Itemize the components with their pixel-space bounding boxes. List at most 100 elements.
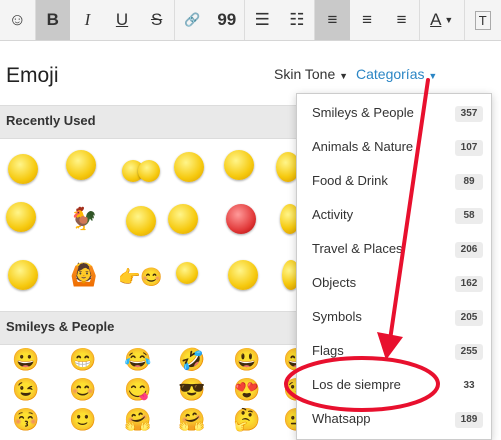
align-left-button[interactable]: ≡ — [315, 0, 350, 40]
editor-toolbar: ☺ B I U S 🔗 99 ☰ ☷ ≡ ≡ ≡ A ▼ T — [0, 0, 501, 41]
strikethrough-button[interactable]: S — [139, 0, 174, 40]
categories-dropdown[interactable]: Categorías ▼ — [356, 66, 437, 82]
count-badge: 255 — [455, 344, 483, 360]
section-recently-used: Recently Used — [0, 105, 301, 139]
sunglasses-emoji[interactable]: 😎 — [178, 379, 205, 401]
caret-down-icon: ▼ — [428, 71, 438, 81]
surprised-emoji[interactable] — [174, 152, 204, 182]
thumbs-down-emoji[interactable] — [168, 204, 198, 234]
count-badge: 107 — [455, 140, 483, 156]
menu-item-label: Flags — [312, 343, 344, 358]
text-color-button[interactable]: A ▼ — [420, 0, 464, 40]
recent-emoji-grid: 🐓 🙆 👉😊 — [0, 140, 301, 310]
yum-emoji[interactable]: 😋 — [124, 379, 151, 401]
numbered-list-icon: ☷ — [289, 10, 305, 29]
grin-emoji[interactable] — [228, 260, 258, 290]
section-title: Recently Used — [6, 113, 96, 128]
bold-icon: B — [46, 10, 59, 29]
italic-icon: I — [84, 10, 91, 29]
beaming-emoji[interactable]: 😁 — [69, 349, 96, 371]
hug-emoji[interactable]: 🤗 — [178, 409, 205, 431]
emoji-button[interactable]: ☺ — [0, 0, 35, 40]
blush-emoji[interactable]: 😊 — [69, 379, 96, 401]
underline-button[interactable]: U — [105, 0, 140, 40]
pointing-emoji[interactable]: 👉😊 — [118, 268, 163, 286]
monkey-emoji[interactable]: 🙆 — [70, 264, 97, 286]
menu-item-label: Food & Drink — [312, 173, 388, 188]
menu-item-los-de-siempre[interactable]: Los de siempre 33 — [297, 368, 491, 402]
quote-button[interactable]: 99 — [209, 0, 244, 40]
bullet-list-button[interactable]: ☰ — [245, 0, 280, 40]
skin-tone-dropdown[interactable]: Skin Tone ▼ — [274, 66, 348, 82]
align-right-button[interactable]: ≡ — [384, 0, 419, 40]
dizzy-emoji[interactable] — [6, 202, 36, 232]
link-icon: 🔗 — [184, 12, 201, 27]
numbered-list-button[interactable]: ☷ — [280, 0, 315, 40]
party-smiley-emoji[interactable] — [8, 154, 38, 184]
text-style-button[interactable]: T — [464, 0, 500, 40]
heart-eyes-emoji[interactable]: 😍 — [233, 379, 260, 401]
peeking-faces-emoji[interactable] — [138, 160, 160, 182]
smiley-emoji[interactable]: 😃 — [233, 349, 260, 371]
angry-emoji[interactable] — [226, 204, 256, 234]
hug-emoji[interactable]: 🤗 — [124, 409, 151, 431]
smiley-icon: ☺ — [8, 10, 26, 29]
thinking-face-emoji[interactable]: 🤔 — [233, 409, 260, 431]
laughing-emoji[interactable] — [66, 150, 96, 180]
grumpy-emoji[interactable] — [126, 206, 156, 236]
menu-item-label: Whatsapp — [312, 411, 371, 426]
worried-emoji[interactable] — [224, 150, 254, 180]
text-color-icon: A — [430, 10, 442, 29]
menu-item-smileys-people[interactable]: Smileys & People 357 — [297, 96, 491, 130]
menu-item-food-drink[interactable]: Food & Drink 89 — [297, 164, 491, 198]
menu-item-label: Objects — [312, 275, 357, 290]
count-badge: 89 — [455, 174, 483, 190]
frown-emoji[interactable] — [176, 262, 198, 284]
grinning-emoji[interactable]: 😀 — [12, 349, 39, 371]
looking-up-emoji[interactable] — [8, 260, 38, 290]
kissing-closed-eyes-emoji[interactable]: 😚 — [12, 409, 39, 431]
dancing-figure-emoji[interactable]: 🐓 — [70, 208, 97, 230]
count-badge: 189 — [455, 412, 483, 428]
joy-emoji[interactable]: 😂 — [124, 349, 151, 371]
count-badge: 206 — [455, 242, 483, 258]
menu-item-flags[interactable]: Flags 255 — [297, 334, 491, 368]
count-badge: 357 — [455, 106, 483, 122]
menu-item-label: Travel & Places — [312, 241, 403, 256]
count-badge: 205 — [455, 310, 483, 326]
menu-item-label: Activity — [312, 207, 354, 222]
smileys-emoji-grid: 😀 😁 😂 🤣 😃 😄 😉 😊 😋 😎 😍 😘 😚 🙂 🤗 🤗 🤔 😐 — [0, 346, 310, 438]
align-left-icon: ≡ — [327, 10, 338, 29]
skin-tone-label: Skin Tone — [274, 66, 336, 82]
link-button[interactable]: 🔗 — [175, 0, 210, 40]
strikethrough-icon: S — [150, 10, 163, 29]
count-badge: 33 — [455, 378, 483, 394]
bold-button[interactable]: B — [35, 0, 71, 40]
text-style-icon: T — [474, 10, 491, 30]
count-badge: 162 — [455, 276, 483, 292]
panel-title: Emoji — [6, 64, 59, 87]
menu-item-symbols[interactable]: Symbols 205 — [297, 300, 491, 334]
menu-item-travel-places[interactable]: Travel & Places 206 — [297, 232, 491, 266]
categories-label: Categorías — [356, 66, 425, 82]
wink-emoji[interactable]: 😉 — [12, 379, 39, 401]
menu-item-label: Los de siempre — [312, 377, 401, 392]
section-smileys-people: Smileys & People — [0, 311, 301, 345]
section-title: Smileys & People — [6, 319, 115, 334]
align-right-icon: ≡ — [396, 10, 407, 29]
categories-menu: Smileys & People 357 Animals & Nature 107 … — [296, 93, 492, 440]
menu-item-animals-nature[interactable]: Animals & Nature 107 — [297, 130, 491, 164]
menu-item-label: Symbols — [312, 309, 362, 324]
align-center-button[interactable]: ≡ — [350, 0, 385, 40]
menu-item-label: Smileys & People — [312, 105, 414, 120]
menu-item-objects[interactable]: Objects 162 — [297, 266, 491, 300]
align-center-icon: ≡ — [362, 10, 372, 29]
menu-item-activity[interactable]: Activity 58 — [297, 198, 491, 232]
menu-item-whatsapp[interactable]: Whatsapp 189 — [297, 402, 491, 436]
count-badge: 58 — [455, 208, 483, 224]
bullet-list-icon: ☰ — [254, 10, 270, 29]
slight-smile-emoji[interactable]: 🙂 — [69, 409, 96, 431]
rofl-emoji[interactable]: 🤣 — [178, 349, 205, 371]
italic-button[interactable]: I — [70, 0, 105, 40]
menu-item-label: Animals & Nature — [312, 139, 414, 154]
